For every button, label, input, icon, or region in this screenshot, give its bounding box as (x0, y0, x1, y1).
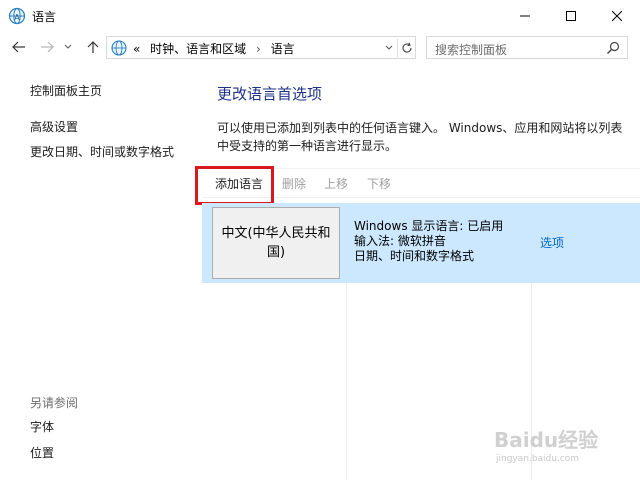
maximize-button[interactable] (548, 0, 594, 32)
sidebar-advanced-settings[interactable]: 高级设置 (30, 118, 78, 135)
forward-button[interactable] (38, 38, 56, 56)
up-button[interactable] (84, 38, 102, 56)
language-details: Windows 显示语言: 已启用 输入法: 微软拼音 日期、时间和数字格式 (354, 219, 503, 264)
svg-text:A: A (14, 13, 20, 22)
address-bar[interactable]: « 时钟、语言和区域 › 语言 (106, 36, 416, 59)
language-detail-format: 日期、时间和数字格式 (354, 249, 475, 263)
delete-language-button[interactable]: 删除 (282, 175, 306, 192)
language-list-item[interactable]: 中文(中华人民共和国) Windows 显示语言: 已启用 输入法: 微软拼音 … (202, 203, 640, 283)
watermark-brand: Baidu经验 (494, 428, 599, 452)
language-detail-input-method: 输入法: 微软拼音 (354, 234, 446, 248)
language-name-button[interactable]: 中文(中华人民共和国) (212, 207, 340, 279)
close-icon (612, 11, 622, 21)
window-title: 语言 (32, 10, 57, 24)
minimize-icon (520, 15, 530, 17)
page-description: 可以使用已添加到列表中的任何语言键入。 Windows、应用和网站将以列表中受支… (217, 121, 623, 153)
breadcrumb: « 时钟、语言和区域 › 语言 (133, 40, 295, 57)
search-icon[interactable] (605, 40, 621, 56)
address-dropdown-button[interactable] (383, 41, 395, 55)
breadcrumb-item-clock-language-region[interactable]: 时钟、语言和区域 (150, 42, 246, 56)
move-up-button[interactable]: 上移 (324, 175, 348, 192)
sidebar-control-panel-home[interactable]: 控制面板主页 (30, 82, 102, 99)
page-title: 更改语言首选项 (217, 85, 323, 103)
annotation-highlight-box (195, 166, 274, 205)
move-down-button[interactable]: 下移 (367, 175, 391, 192)
breadcrumb-overflow[interactable]: « (133, 42, 140, 56)
search-input[interactable]: 搜索控制面板 (426, 36, 628, 59)
arrow-right-icon (41, 41, 54, 53)
recent-locations-button[interactable] (62, 38, 74, 56)
language-location-icon (111, 40, 127, 56)
minimize-button[interactable] (502, 0, 548, 32)
refresh-icon (402, 42, 412, 53)
language-app-icon: A (8, 7, 26, 25)
watermark-url: jingyan.baidu.com (496, 454, 580, 464)
arrow-up-icon (87, 41, 99, 53)
sidebar-fonts[interactable]: 字体 (30, 418, 54, 435)
baidu-watermark: Baidu经验 jingyan.baidu.com (494, 424, 612, 474)
sidebar-location[interactable]: 位置 (30, 444, 54, 461)
sidebar-see-also-heading: 另请参阅 (30, 396, 79, 410)
back-button[interactable] (10, 38, 28, 56)
title-bar: A 语言 (0, 0, 640, 32)
maximize-icon (566, 11, 576, 21)
sidebar-change-date-time-format[interactable]: 更改日期、时间或数字格式 (30, 143, 174, 160)
breadcrumb-item-language[interactable]: 语言 (271, 42, 295, 56)
arrow-left-icon (12, 41, 25, 53)
language-options-link[interactable]: 选项 (540, 234, 564, 251)
chevron-down-icon (385, 45, 393, 50)
close-button[interactable] (594, 0, 640, 32)
search-placeholder: 搜索控制面板 (435, 43, 508, 57)
refresh-button[interactable] (397, 39, 415, 57)
breadcrumb-separator-icon[interactable]: › (256, 42, 261, 56)
language-detail-display: Windows 显示语言: 已启用 (354, 219, 504, 233)
chevron-down-icon (64, 44, 72, 49)
navigation-bar: « 时钟、语言和区域 › 语言 搜索控制面板 (0, 32, 640, 62)
